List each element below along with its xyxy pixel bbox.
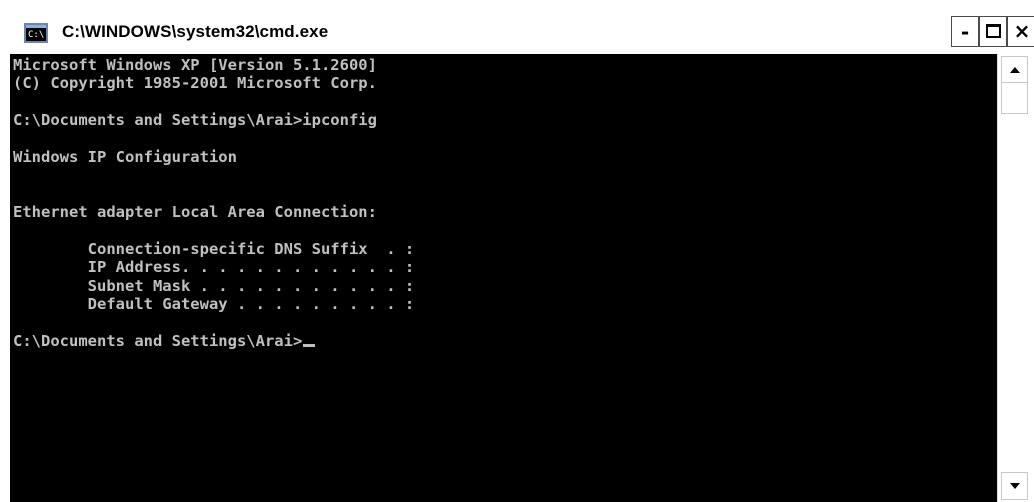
text-cursor: [303, 343, 316, 347]
console-line: Windows IP Configuration: [13, 147, 237, 166]
console-line: Ethernet adapter Local Area Connection:: [13, 203, 377, 222]
maximize-button[interactable]: [979, 16, 1007, 47]
scroll-down-arrow-icon[interactable]: [1001, 472, 1028, 500]
console-output[interactable]: Microsoft Windows XP [Version 5.1.2600](…: [10, 54, 997, 502]
window-title: C:\WINDOWS\system32\cmd.exe: [62, 22, 329, 41]
console-line: C:\Documents and Settings\Arai>: [13, 332, 997, 350]
vertical-scrollbar[interactable]: [997, 54, 1031, 502]
close-icon: ×: [1013, 19, 1031, 43]
command-prompt-icon[interactable]: C:\: [24, 23, 48, 43]
minimize-icon: -: [960, 20, 970, 44]
console-line: Default Gateway . . . . . . . . . :: [13, 295, 415, 314]
console-line: Subnet Mask . . . . . . . . . . . :: [13, 276, 415, 295]
console-line: (C) Copyright 1985-2001 Microsoft Corp.: [13, 74, 377, 93]
minimize-button[interactable]: -: [951, 16, 979, 47]
scroll-up-arrow-icon[interactable]: [1001, 56, 1028, 84]
console-text: Microsoft Windows XP [Version 5.1.2600](…: [10, 54, 997, 350]
scroll-thumb[interactable]: [1001, 82, 1028, 114]
title-bar[interactable]: C:\ C:\WINDOWS\system32\cmd.exe - ×: [6, 4, 1034, 55]
close-button[interactable]: ×: [1007, 16, 1034, 47]
cmd-window: C:\ C:\WINDOWS\system32\cmd.exe - × Micr…: [0, 0, 1034, 502]
console-line: Connection-specific DNS Suffix . :: [13, 239, 415, 258]
console-line: IP Address. . . . . . . . . . . . :: [13, 258, 415, 277]
console-line: C:\Documents and Settings\Arai>ipconfig: [13, 111, 377, 130]
maximize-icon: [986, 24, 1001, 38]
console-line: Microsoft Windows XP [Version 5.1.2600]: [13, 56, 377, 74]
